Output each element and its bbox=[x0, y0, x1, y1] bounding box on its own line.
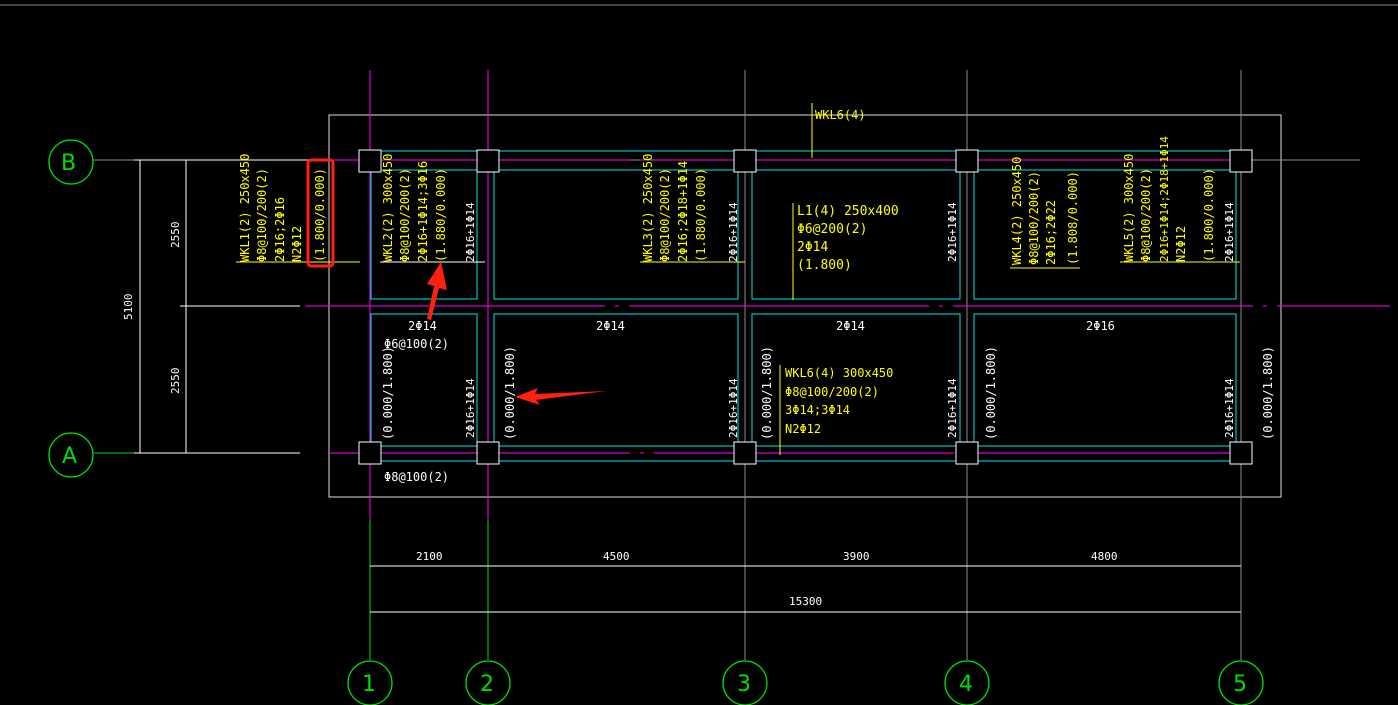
center-lines bbox=[305, 70, 1390, 520]
dim-span-2: 4500 bbox=[603, 550, 630, 563]
support-rebar-label: 2Φ16+1Φ14 bbox=[727, 378, 740, 438]
rebar-label: 2Φ14 bbox=[596, 319, 625, 333]
wkl6-line: WKL6(4) 300x450 bbox=[785, 366, 893, 380]
wkl4-line: Φ8@100/200(2) bbox=[1027, 171, 1041, 265]
wkl4-line: 2Φ16;2Φ22 bbox=[1044, 200, 1058, 265]
wkl5-line: WKL5(2) 300x450 bbox=[1122, 154, 1136, 262]
wkl1-line: 2Φ16;2Φ16 bbox=[273, 197, 287, 262]
wkl4-line: WKL4(2) 250x450 bbox=[1010, 157, 1024, 265]
axis-label-b[interactable]: B bbox=[61, 151, 76, 176]
support-rebar-label: 2Φ16+1Φ14 bbox=[946, 202, 959, 262]
dim-span-4: 4800 bbox=[1091, 550, 1118, 563]
wkl2-line: WKL2(2) 300x450 bbox=[381, 154, 395, 262]
rebar-label: 2Φ14 bbox=[836, 319, 865, 333]
axis-label-4[interactable]: 4 bbox=[959, 672, 973, 697]
wkl6-line: N2Φ12 bbox=[785, 422, 821, 436]
elevation-label: (0.000/1.800) bbox=[503, 346, 517, 440]
dim-total: 15300 bbox=[789, 595, 822, 608]
dim-span-1: 2100 bbox=[416, 550, 443, 563]
wkl6-top-label: WKL6(4) bbox=[815, 108, 866, 122]
wkl3-line: (1.880/0.000) bbox=[694, 168, 708, 262]
l1-line: 2Φ14 bbox=[797, 240, 828, 255]
wkl6-line: 3Φ14;3Φ14 bbox=[785, 403, 850, 417]
wkl3-line: Φ8@100/200(2) bbox=[658, 168, 672, 262]
wkl3-line: 2Φ16;2Φ18+1Φ14 bbox=[676, 161, 690, 262]
support-rebar-label: 2Φ16+1Φ14 bbox=[464, 202, 477, 262]
wkl5-line: (1.800/0.000) bbox=[1202, 168, 1216, 262]
wkl2-line: Φ8@100/200(2) bbox=[398, 168, 412, 262]
axis-label-3[interactable]: 3 bbox=[737, 672, 751, 697]
arrow-icon bbox=[515, 388, 606, 405]
wkl1-line: WKL1(2) 250x450 bbox=[238, 154, 252, 262]
wkl1-elevation: (1.800/0.000) bbox=[313, 168, 327, 262]
wkl2-line: 2Φ16+1Φ14;3Φ16 bbox=[416, 161, 430, 262]
support-rebar-label: 2Φ16+1Φ14 bbox=[1223, 378, 1236, 438]
wkl1-line: Φ8@100/200(2) bbox=[255, 168, 269, 262]
support-rebar-label: 2Φ16+1Φ14 bbox=[1223, 202, 1236, 262]
support-rebar-label: 2Φ16+1Φ14 bbox=[727, 202, 740, 262]
l1-line: Φ6@200(2) bbox=[797, 222, 867, 237]
wkl2-line: (1.880/0.000) bbox=[434, 168, 448, 262]
wkl1-line: N2Φ12 bbox=[290, 226, 304, 262]
rebar-label: 2Φ14 bbox=[408, 319, 437, 333]
elevation-label: (0.000/1.800) bbox=[381, 346, 395, 440]
wkl5-line: 2Φ16+1Φ14;2Φ18+1Φ14 bbox=[1158, 136, 1171, 262]
l1-line: (1.800) bbox=[797, 258, 852, 273]
stirrup-label: Φ6@100(2) bbox=[384, 337, 449, 351]
dim-left-total: 5100 bbox=[122, 294, 135, 321]
wkl5-line: N2Φ12 bbox=[1174, 226, 1188, 262]
l1-line: L1(4) 250x400 bbox=[797, 204, 899, 219]
cad-drawing-canvas[interactable]: B A 1 2 3 4 5 5100 2550 2550 2100 4500 3… bbox=[0, 0, 1398, 705]
axis-label-a[interactable]: A bbox=[62, 444, 77, 469]
dim-span-3: 3900 bbox=[843, 550, 870, 563]
axis-label-2[interactable]: 2 bbox=[480, 672, 494, 697]
wkl4-line: (1.808/0.000) bbox=[1066, 171, 1080, 265]
stirrup-label: Φ8@100(2) bbox=[384, 470, 449, 484]
elevation-label: (0.000/1.800) bbox=[760, 346, 774, 440]
dim-left-lower: 2550 bbox=[169, 368, 182, 395]
support-rebar-label: 2Φ16+1Φ14 bbox=[464, 378, 477, 438]
wkl6-line: Φ8@100/200(2) bbox=[785, 385, 879, 399]
axis-label-1[interactable]: 1 bbox=[362, 672, 376, 697]
elevation-label: (0.000/1.800) bbox=[984, 346, 998, 440]
rebar-label: 2Φ16 bbox=[1086, 319, 1115, 333]
dim-left-upper: 2550 bbox=[169, 222, 182, 249]
wkl5-line: Φ8@100/200(2) bbox=[1139, 168, 1153, 262]
wkl3-line: WKL3(2) 250x450 bbox=[641, 154, 655, 262]
arrow-icon bbox=[427, 262, 447, 320]
support-rebar-label: 2Φ16+1Φ14 bbox=[946, 378, 959, 438]
elevation-label: (0.000/1.800) bbox=[1261, 346, 1275, 440]
axis-label-5[interactable]: 5 bbox=[1233, 672, 1247, 697]
axis-bubbles bbox=[48, 139, 1264, 705]
